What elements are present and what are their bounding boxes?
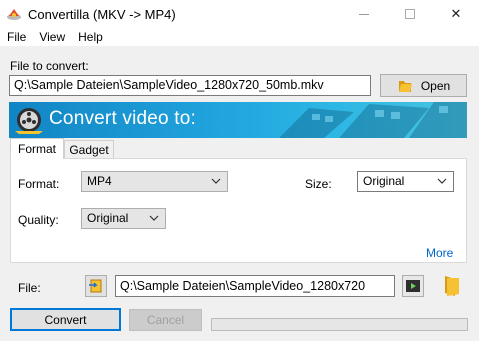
- tab-format-label: Format: [17, 142, 56, 156]
- quality-value: Original: [87, 211, 129, 225]
- output-path-input[interactable]: Q:\Sample Dateien\SampleVideo_1280x720: [115, 275, 395, 297]
- set-output-button[interactable]: [85, 275, 107, 297]
- maximize-button[interactable]: [387, 0, 433, 28]
- window-title: Convertilla (MKV -> MP4): [28, 7, 176, 22]
- tab-format[interactable]: Format: [10, 138, 64, 159]
- cancel-button-label: Cancel: [146, 313, 185, 327]
- more-link[interactable]: More: [426, 246, 453, 260]
- convert-button[interactable]: Convert: [10, 308, 121, 331]
- chevron-down-icon: [437, 178, 447, 184]
- format-value: MP4: [87, 174, 112, 188]
- menu-help[interactable]: Help: [71, 28, 109, 46]
- open-button-label: Open: [420, 78, 451, 93]
- play-button[interactable]: [402, 275, 424, 297]
- convert-banner: Convert video to:: [9, 102, 467, 138]
- maximize-icon: [405, 9, 415, 19]
- size-label: Size:: [305, 177, 332, 191]
- close-button[interactable]: ✕: [433, 0, 479, 28]
- folder-open-icon: [398, 80, 412, 92]
- menu-bar: File View Help: [0, 28, 479, 46]
- file-to-convert-label: File to convert:: [10, 59, 89, 73]
- conversion-progress-bar: [211, 318, 468, 331]
- convert-button-label: Convert: [44, 312, 87, 327]
- film-reel-icon: [15, 108, 43, 134]
- cancel-button[interactable]: Cancel: [129, 309, 202, 331]
- tab-gadget[interactable]: Gadget: [64, 140, 114, 158]
- source-path-input[interactable]: Q:\Sample Dateien\SampleVideo_1280x720_5…: [9, 75, 371, 96]
- app-icon: [7, 9, 21, 20]
- chevron-down-icon: [211, 178, 221, 184]
- quality-select[interactable]: Original: [81, 208, 166, 229]
- quality-label: Quality:: [18, 213, 59, 227]
- output-folder-button[interactable]: [441, 274, 463, 298]
- output-file-icon: [89, 279, 102, 293]
- close-icon: ✕: [450, 6, 462, 21]
- menu-view[interactable]: View: [32, 28, 71, 46]
- play-icon: [406, 280, 420, 292]
- format-select[interactable]: MP4: [81, 171, 228, 192]
- title-bar: Convertilla (MKV -> MP4) ✕: [0, 0, 479, 28]
- chevron-down-icon: [149, 215, 159, 221]
- minimize-icon: [359, 13, 369, 15]
- open-button[interactable]: Open: [380, 74, 467, 97]
- size-select[interactable]: Original: [357, 171, 454, 192]
- format-label: Format:: [18, 177, 60, 191]
- menu-file[interactable]: File: [0, 28, 32, 46]
- output-file-label: File:: [18, 281, 41, 295]
- tab-gadget-label: Gadget: [69, 142, 109, 157]
- size-value: Original: [363, 174, 405, 188]
- minimize-button[interactable]: [341, 0, 387, 28]
- folder-icon: [445, 276, 459, 296]
- banner-title: Convert video to:: [49, 108, 197, 129]
